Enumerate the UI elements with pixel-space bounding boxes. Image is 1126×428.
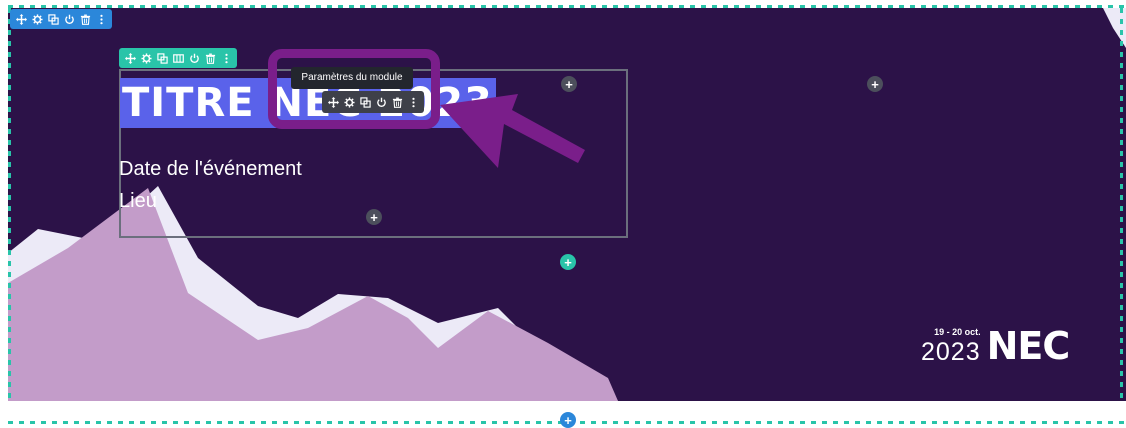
- section-border-top: [8, 5, 1126, 8]
- add-row-button[interactable]: +: [560, 254, 576, 270]
- section-border-left: [8, 8, 11, 404]
- logo-brand: NEC: [986, 324, 1071, 368]
- add-module-button[interactable]: +: [561, 76, 577, 92]
- power-icon[interactable]: [61, 9, 77, 29]
- power-icon[interactable]: [186, 48, 202, 68]
- trash-icon[interactable]: [77, 9, 93, 29]
- duplicate-icon[interactable]: [45, 9, 61, 29]
- arrow-annotation: [440, 94, 585, 168]
- section-border-right: [1120, 8, 1123, 404]
- gear-icon[interactable]: [29, 9, 45, 29]
- trash-icon[interactable]: [202, 48, 218, 68]
- move-icon[interactable]: [13, 9, 29, 29]
- nec-logo: 19 - 20 oct. 2023 NEC: [921, 324, 1071, 368]
- section-toolbar[interactable]: [10, 9, 112, 29]
- logo-year: 2023: [921, 338, 981, 366]
- row-toolbar[interactable]: [119, 48, 237, 68]
- move-icon[interactable]: [122, 48, 138, 68]
- highlight-box: [268, 49, 440, 129]
- columns-icon[interactable]: [170, 48, 186, 68]
- add-module-button[interactable]: +: [366, 209, 382, 225]
- add-section-button[interactable]: +: [560, 412, 576, 428]
- more-icon[interactable]: [93, 9, 109, 29]
- more-icon[interactable]: [218, 48, 234, 68]
- add-module-button[interactable]: +: [867, 76, 883, 92]
- duplicate-icon[interactable]: [154, 48, 170, 68]
- event-date[interactable]: Date de l'événement: [119, 158, 302, 181]
- gear-icon[interactable]: [138, 48, 154, 68]
- logo-dates: 19 - 20 oct.: [934, 327, 981, 337]
- event-location[interactable]: Lieu: [119, 190, 157, 213]
